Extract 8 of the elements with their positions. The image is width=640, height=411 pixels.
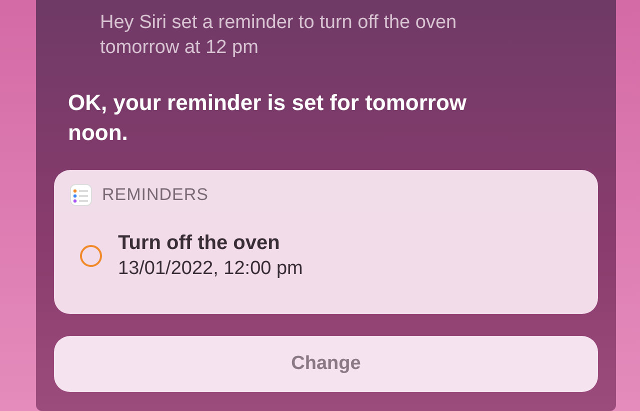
change-button[interactable]: Change xyxy=(54,336,598,392)
list-icon xyxy=(70,184,92,206)
app-name: REMINDERS xyxy=(102,185,209,205)
reminder-checkbox[interactable] xyxy=(80,245,102,267)
spoken-query: Hey Siri set a reminder to turn off the oven tomorrow at 12 pm xyxy=(100,11,458,60)
reminder-date: 13/01/2022, 12:00 pm xyxy=(118,257,303,281)
reminder-title: Turn off the oven xyxy=(118,231,281,256)
siri-response: OK, your reminder is set for tomorrow noon. xyxy=(68,89,468,147)
